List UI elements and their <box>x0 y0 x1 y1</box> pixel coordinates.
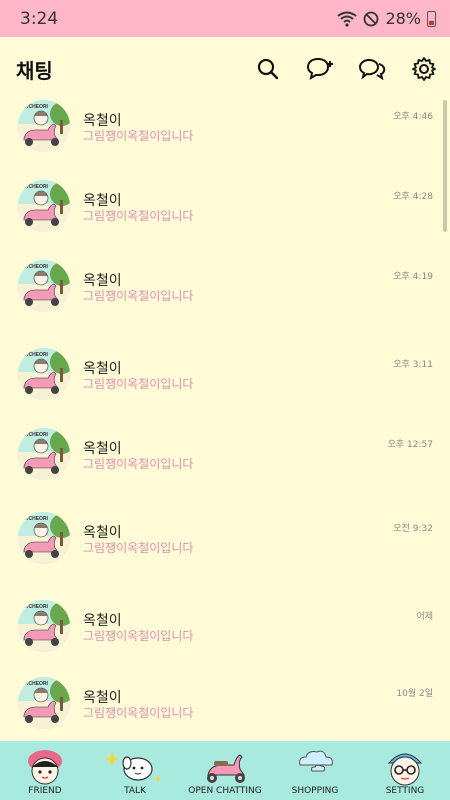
search-button[interactable] <box>254 55 282 83</box>
avatar[interactable]: OKCHEORI <box>18 512 70 564</box>
avatar[interactable]: OKCHEORI <box>18 348 70 400</box>
chat-preview: 그림쟁이옥철이입니다 <box>83 209 194 223</box>
nav-talk[interactable]: TALK <box>90 741 180 800</box>
okcheori-character-icon: OKCHEORI <box>18 677 70 729</box>
chat-row[interactable]: OKCHEORI 옥철이 그림쟁이옥철이입니다 오후 4:28 <box>0 180 450 250</box>
nav-setting[interactable]: SETTING <box>360 741 450 800</box>
status-bar: 3:24 28% <box>0 0 450 37</box>
avatar[interactable]: OKCHEORI <box>18 600 70 652</box>
open-chat-button[interactable] <box>358 55 386 83</box>
page-title: 채팅 <box>16 58 53 83</box>
chat-row[interactable]: OKCHEORI 옥철이 그림쟁이옥철이입니다 어제 <box>0 600 450 670</box>
nav-setting-label: SETTING <box>385 786 425 796</box>
chat-row[interactable]: OKCHEORI 옥철이 그림쟁이옥철이입니다 오전 9:32 <box>0 512 450 582</box>
avatar-text: OKCHEORI <box>21 681 49 687</box>
chat-row[interactable]: OKCHEORI 옥철이 그림쟁이옥철이입니다 오후 3:11 <box>0 348 450 418</box>
avatar-text: OKCHEORI <box>21 352 49 358</box>
avatar[interactable]: OKCHEORI <box>18 100 70 152</box>
do-not-disturb-icon <box>364 11 379 26</box>
okcheori-character-icon: OKCHEORI <box>18 180 70 232</box>
chat-bubbles-icon <box>358 58 386 81</box>
chat-preview: 그림쟁이옥철이입니다 <box>83 706 194 720</box>
battery-icon <box>427 10 436 27</box>
avatar-text: OKCHEORI <box>21 264 49 270</box>
wifi-icon <box>337 11 358 27</box>
avatar-text: OKCHEORI <box>21 604 49 610</box>
avatar[interactable]: OKCHEORI <box>18 260 70 312</box>
chat-preview: 그림쟁이옥철이입니다 <box>83 289 194 303</box>
nav-open-chatting[interactable]: OPEN CHATTING <box>180 741 270 800</box>
gear-icon <box>412 57 436 81</box>
okcheori-character-icon: OKCHEORI <box>18 260 70 312</box>
chat-time: 오후 3:11 <box>393 360 433 370</box>
header: 채팅 <box>0 37 450 101</box>
nav-friend-label: FRIEND <box>28 786 62 796</box>
new-chat-button[interactable] <box>306 55 334 83</box>
chat-time: 오후 4:46 <box>393 112 433 122</box>
chat-preview: 그림쟁이옥철이입니다 <box>83 129 194 143</box>
chat-time: 오전 9:32 <box>393 524 433 534</box>
chat-time: 10월 2일 <box>396 689 433 699</box>
battery-percent: 28% <box>385 9 421 28</box>
chat-time: 오후 4:28 <box>393 192 433 202</box>
okcheori-character-icon: OKCHEORI <box>18 512 70 564</box>
chat-preview: 그림쟁이옥철이입니다 <box>83 541 194 555</box>
chat-row[interactable]: OKCHEORI 옥철이 그림쟁이옥철이입니다 오후 4:19 <box>0 260 450 330</box>
chat-preview: 그림쟁이옥철이입니다 <box>83 457 194 471</box>
scooter-icon <box>207 754 245 783</box>
chat-time: 오후 4:19 <box>393 272 433 282</box>
nav-shopping-label: SHOPPING <box>291 786 339 796</box>
chat-row[interactable]: OKCHEORI 옥철이 그림쟁이옥철이입니다 10월 2일 <box>0 677 450 741</box>
chat-preview: 그림쟁이옥철이입니다 <box>83 629 194 643</box>
nav-open-chatting-label: OPEN CHATTING <box>188 786 262 796</box>
okcheori-character-icon: OKCHEORI <box>18 428 70 480</box>
settings-button[interactable] <box>410 55 438 83</box>
chat-row[interactable]: OKCHEORI 옥철이 그림쟁이옥철이입니다 오후 12:57 <box>0 428 450 498</box>
avatar-text: OKCHEORI <box>21 104 49 110</box>
scrollbar[interactable] <box>443 100 447 232</box>
chat-row[interactable]: OKCHEORI 옥철이 그림쟁이옥철이입니다 오후 4:46 <box>0 100 450 170</box>
status-icons: 28% <box>337 9 436 28</box>
okcheori-character-icon: OKCHEORI <box>18 348 70 400</box>
chat-time: 어제 <box>416 612 433 622</box>
search-icon <box>257 58 279 80</box>
nav-friend[interactable]: FRIEND <box>0 741 90 800</box>
avatar-text: OKCHEORI <box>21 432 49 438</box>
avatar[interactable]: OKCHEORI <box>18 428 70 480</box>
header-actions <box>254 55 438 83</box>
cloud-icon <box>299 750 333 772</box>
new-chat-icon <box>306 57 333 81</box>
chat-time: 오후 12:57 <box>387 440 433 450</box>
nav-talk-label: TALK <box>124 786 146 796</box>
okcheori-character-icon: OKCHEORI <box>18 100 70 152</box>
talk-character-icon <box>104 751 162 783</box>
okcheori-character-icon: OKCHEORI <box>18 600 70 652</box>
setting-character-icon <box>387 753 423 786</box>
avatar[interactable]: OKCHEORI <box>18 677 70 729</box>
friend-character-icon <box>28 750 62 785</box>
avatar-text: OKCHEORI <box>21 184 49 190</box>
chat-preview: 그림쟁이옥철이입니다 <box>83 377 194 391</box>
status-time: 3:24 <box>20 8 59 29</box>
avatar-text: OKCHEORI <box>21 516 49 522</box>
bottom-nav: FRIEND TALK OPEN CHATTING SHOPPING SETTI… <box>0 741 450 800</box>
avatar[interactable]: OKCHEORI <box>18 180 70 232</box>
chat-list[interactable]: OKCHEORI 옥철이 그림쟁이옥철이입니다 오후 4:46 OKCHEORI 옥철이 그… <box>0 96 450 741</box>
nav-shopping[interactable]: SHOPPING <box>270 741 360 800</box>
